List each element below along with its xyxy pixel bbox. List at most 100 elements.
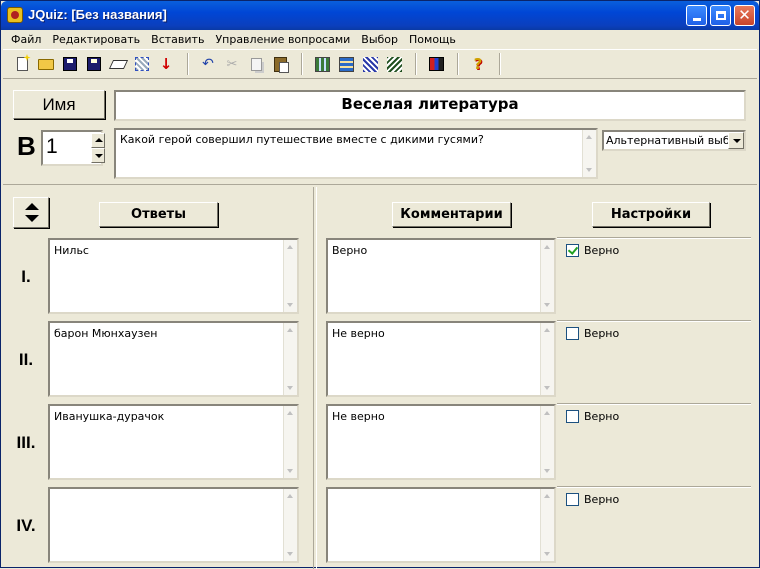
answer-scrollbar[interactable] <box>283 240 297 312</box>
scroll-down-icon[interactable] <box>284 547 297 560</box>
save-button[interactable] <box>59 53 81 75</box>
menu-help[interactable]: Помощь <box>409 33 456 46</box>
chevron-down-icon[interactable] <box>728 132 744 149</box>
checkbox-unchecked-icon[interactable] <box>566 410 579 423</box>
grid-export-alt-button[interactable] <box>383 53 405 75</box>
scroll-down-icon[interactable] <box>541 381 554 394</box>
export-button[interactable]: ↓ <box>155 53 177 75</box>
undo-icon: ↶ <box>202 56 214 72</box>
comment-scrollbar[interactable] <box>540 406 554 478</box>
palette-button[interactable] <box>425 53 447 75</box>
minimize-icon <box>692 18 701 21</box>
comment-input[interactable]: Верно <box>326 238 556 314</box>
comments-button[interactable]: Комментарии <box>392 202 511 227</box>
scroll-down-icon[interactable] <box>284 298 297 311</box>
menu-manage-questions[interactable]: Управление вопросами <box>215 33 350 46</box>
checkbox-unchecked-icon[interactable] <box>566 327 579 340</box>
maximize-button[interactable] <box>710 5 731 26</box>
reorder-button[interactable] <box>13 197 49 228</box>
scroll-down-icon[interactable] <box>541 298 554 311</box>
cut-icon: ✂ <box>226 56 238 72</box>
save-as-icon <box>87 57 101 71</box>
comment-scrollbar[interactable] <box>540 323 554 395</box>
checkbox-unchecked-icon[interactable] <box>566 493 579 506</box>
pane-divider[interactable] <box>313 187 317 569</box>
grid-alt-button[interactable] <box>335 53 357 75</box>
answer-input[interactable] <box>48 487 299 563</box>
scroll-up-icon[interactable] <box>541 241 554 254</box>
window-title: JQuiz: [Без названия] <box>28 7 167 22</box>
answer-input[interactable]: Иванушка-дурачок <box>48 404 299 480</box>
spin-down-button[interactable] <box>91 148 105 163</box>
open-button[interactable] <box>35 53 57 75</box>
title-bar[interactable]: JQuiz: [Без названия] ✕ <box>1 1 759 30</box>
scroll-up-icon[interactable] <box>541 490 554 503</box>
correct-checkbox[interactable]: Верно <box>566 410 619 423</box>
answer-input[interactable]: барон Мюнхаузен <box>48 321 299 397</box>
answer-text: Иванушка-дурачок <box>54 410 165 423</box>
scroll-up-icon[interactable] <box>284 407 297 420</box>
scroll-up-icon[interactable] <box>583 131 596 144</box>
scroll-up-icon[interactable] <box>284 490 297 503</box>
correct-checkbox[interactable]: Верно <box>566 493 619 506</box>
menu-insert[interactable]: Вставить <box>151 33 204 46</box>
comment-scrollbar[interactable] <box>540 240 554 312</box>
scroll-up-icon[interactable] <box>541 324 554 337</box>
spin-up-button[interactable] <box>91 133 105 148</box>
minimize-button[interactable] <box>686 5 707 26</box>
grid-export-alt-icon <box>386 56 402 72</box>
grid-export-icon <box>362 56 378 72</box>
help-button[interactable]: ? <box>467 53 489 75</box>
web-export-button[interactable] <box>131 53 153 75</box>
comment-input[interactable] <box>326 487 556 563</box>
scroll-down-icon[interactable] <box>541 547 554 560</box>
settings-button[interactable]: Настройки <box>592 202 710 227</box>
answer-input[interactable]: Нильс <box>48 238 299 314</box>
scroll-down-icon[interactable] <box>583 163 596 176</box>
app-icon[interactable] <box>7 7 23 23</box>
toolbar-separator <box>415 53 417 75</box>
answer-scrollbar[interactable] <box>283 406 297 478</box>
menu-file[interactable]: Файл <box>11 33 41 46</box>
answer-scrollbar[interactable] <box>283 489 297 561</box>
cut-button[interactable]: ✂ <box>221 53 243 75</box>
grid-button[interactable] <box>311 53 333 75</box>
close-button[interactable]: ✕ <box>734 5 755 26</box>
question-text-input[interactable]: Какой герой совершил путешествие вместе … <box>114 128 598 179</box>
new-file-button[interactable] <box>11 53 33 75</box>
scroll-down-icon[interactable] <box>284 464 297 477</box>
copy-button[interactable] <box>245 53 267 75</box>
comment-input[interactable]: Не верно <box>326 321 556 397</box>
toolbar: ↓ ↶ ✂ ? <box>3 49 757 79</box>
correct-checkbox[interactable]: Верно <box>566 244 619 257</box>
clear-button[interactable] <box>107 53 129 75</box>
new-file-icon <box>16 57 28 71</box>
question-scrollbar[interactable] <box>582 130 596 177</box>
scroll-up-icon[interactable] <box>284 324 297 337</box>
answer-scrollbar[interactable] <box>283 323 297 395</box>
correct-checkbox[interactable]: Верно <box>566 327 619 340</box>
toolbar-separator <box>457 53 459 75</box>
scroll-up-icon[interactable] <box>284 241 297 254</box>
question-type-select[interactable]: Альтернативный выбор <box>602 130 746 151</box>
answers-button[interactable]: Ответы <box>99 202 218 227</box>
quiz-title-input[interactable]: Веселая литература <box>114 90 746 121</box>
name-button[interactable]: Имя <box>13 90 105 119</box>
scroll-down-icon[interactable] <box>284 381 297 394</box>
comment-scrollbar[interactable] <box>540 489 554 561</box>
scroll-down-icon[interactable] <box>541 464 554 477</box>
menu-edit[interactable]: Редактировать <box>52 33 140 46</box>
close-icon: ✕ <box>738 6 751 24</box>
checkbox-checked-icon[interactable] <box>566 244 579 257</box>
undo-button[interactable]: ↶ <box>197 53 219 75</box>
correct-label: Верно <box>584 410 620 423</box>
question-number-input[interactable]: 1 <box>41 130 105 166</box>
menu-select[interactable]: Выбор <box>361 33 398 46</box>
save-as-button[interactable] <box>83 53 105 75</box>
scroll-up-icon[interactable] <box>541 407 554 420</box>
paste-button[interactable] <box>269 53 291 75</box>
comment-text: Верно <box>332 244 368 257</box>
grid-export-button[interactable] <box>359 53 381 75</box>
correct-label: Верно <box>584 327 620 340</box>
comment-input[interactable]: Не верно <box>326 404 556 480</box>
